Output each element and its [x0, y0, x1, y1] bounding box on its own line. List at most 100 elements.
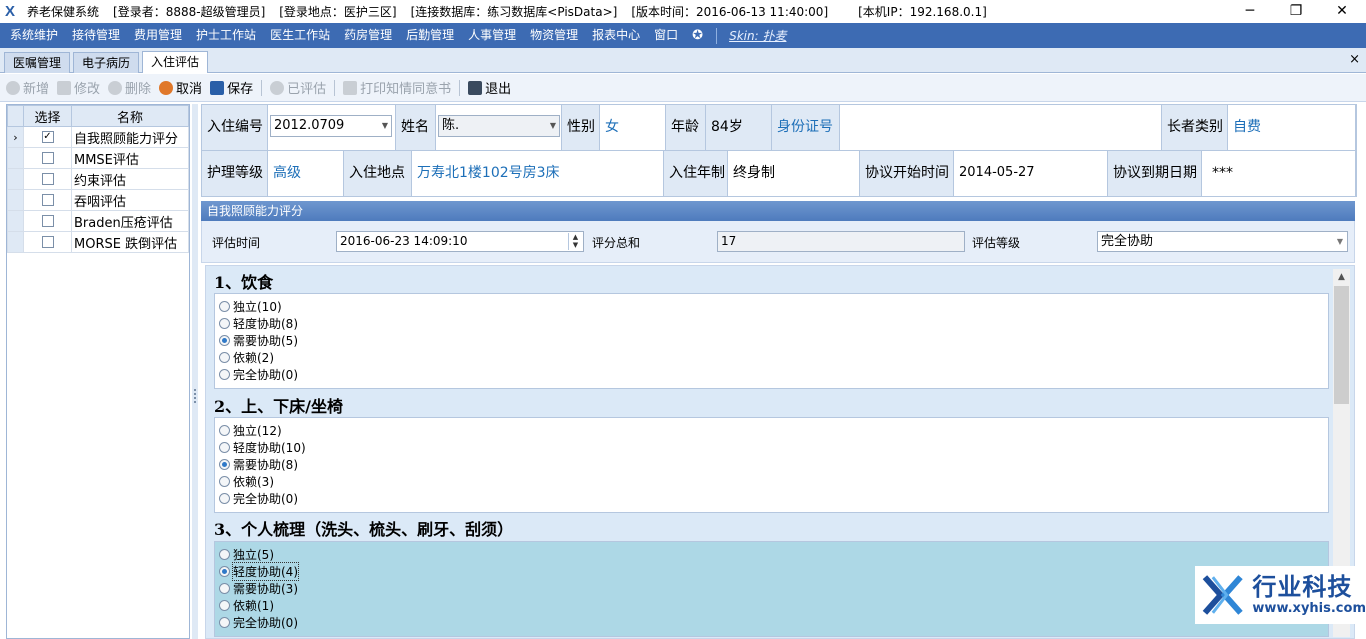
menu-logistics[interactable]: 后勤管理	[399, 23, 461, 48]
list-item[interactable]: 吞咽评估	[7, 189, 189, 211]
option-group: 独立(12) 轻度协助(10) 需要协助(8) 依赖(3) 完全协助(0)	[214, 417, 1329, 513]
menu-hr[interactable]: 人事管理	[461, 23, 523, 48]
term-value: 终身制	[728, 151, 860, 197]
radio-option[interactable]: 依赖(2)	[215, 349, 1328, 366]
menu-reception[interactable]: 接待管理	[65, 23, 127, 48]
column-header-select[interactable]: 选择	[23, 105, 72, 127]
tools-icon[interactable]: ✪	[685, 23, 710, 48]
name-label: 姓名	[396, 105, 436, 151]
list-item[interactable]: › ✓ 自我照顾能力评分	[7, 126, 189, 148]
delete-icon	[108, 80, 123, 95]
close-tab-icon[interactable]: ×	[1349, 52, 1360, 67]
start-date-label: 协议开始时间	[860, 151, 954, 197]
select-checkbox[interactable]	[41, 152, 54, 164]
save-button[interactable]: 保存	[210, 78, 253, 97]
radio-selected-icon	[219, 566, 230, 577]
restore-button[interactable]: ❐	[1273, 0, 1319, 23]
assessment-name: 约束评估	[71, 168, 189, 190]
evaluated-button[interactable]: 已评估	[270, 78, 326, 97]
question-title: 2、上、下床/坐椅	[214, 397, 343, 416]
select-checkbox[interactable]	[41, 236, 54, 248]
list-item[interactable]: MORSE 跌倒评估	[7, 231, 189, 253]
print-consent-button[interactable]: 打印知情同意书	[343, 78, 451, 97]
elder-type-value: 自费	[1228, 105, 1356, 151]
skin-selector[interactable]: Skin: 扑麦	[723, 27, 792, 44]
name-combo[interactable]: 陈. ▼	[438, 115, 560, 137]
term-label: 入住年制	[664, 151, 728, 197]
radio-icon	[219, 318, 230, 329]
tab-emr[interactable]: 电子病历	[73, 52, 140, 73]
tab-admission-assessment[interactable]: 入住评估	[142, 51, 209, 73]
menu-bar: 系统维护 接待管理 费用管理 护士工作站 医生工作站 药房管理 后勤管理 人事管…	[0, 23, 1366, 48]
radio-option[interactable]: 轻度协助(10)	[215, 439, 1328, 456]
select-checkbox[interactable]: ✓	[41, 131, 54, 143]
assessment-name: Braden压疮评估	[71, 210, 189, 232]
pane-splitter[interactable]	[192, 104, 198, 639]
minimize-button[interactable]: ─	[1227, 0, 1273, 23]
radio-option[interactable]: 完全协助(0)	[215, 490, 1328, 507]
radio-option[interactable]: 独立(12)	[215, 422, 1328, 439]
brand-name: 行业科技	[1252, 573, 1353, 601]
document-tabs: 医嘱管理 电子病历 入住评估 ×	[0, 48, 1366, 73]
assessment-name: 吞咽评估	[71, 189, 189, 211]
tab-orders[interactable]: 医嘱管理	[4, 52, 71, 73]
close-button[interactable]: ✕	[1319, 0, 1365, 23]
radio-selected-icon	[219, 335, 230, 346]
radio-icon	[219, 369, 230, 380]
radio-option[interactable]: 轻度协助(8)	[215, 315, 1328, 332]
toolbar-separator	[459, 79, 461, 96]
list-item[interactable]: Braden压疮评估	[7, 210, 189, 232]
admission-no-label: 入住编号	[202, 105, 268, 151]
radio-option[interactable]: 独立(5)	[215, 546, 1328, 563]
menu-pharmacy[interactable]: 药房管理	[337, 23, 399, 48]
radio-option[interactable]: 独立(10)	[215, 298, 1328, 315]
cancel-button[interactable]: 取消	[159, 78, 202, 97]
id-card-label: 身份证号	[772, 105, 840, 151]
menu-billing[interactable]: 费用管理	[127, 23, 189, 48]
login-user: [登录者：8888-超级管理员]	[113, 5, 266, 19]
radio-option[interactable]: 轻度协助(4)	[215, 562, 1328, 581]
assessment-grade-combo[interactable]: 完全协助 ▼	[1097, 231, 1348, 252]
menu-system[interactable]: 系统维护	[3, 23, 65, 48]
menu-reports[interactable]: 报表中心	[585, 23, 647, 48]
menu-window[interactable]: 窗口	[647, 23, 685, 48]
radio-selected-icon	[219, 459, 230, 470]
column-header-name[interactable]: 名称	[71, 105, 189, 127]
radio-option[interactable]: 完全协助(0)	[215, 366, 1328, 383]
radio-icon	[219, 549, 230, 560]
scroll-up-icon[interactable]: ▲	[1333, 269, 1350, 285]
radio-option[interactable]: 依赖(1)	[215, 597, 1328, 614]
list-item[interactable]: MMSE评估	[7, 147, 189, 169]
exit-button[interactable]: 退出	[468, 78, 511, 97]
select-checkbox[interactable]	[41, 194, 54, 206]
app-logo-icon: X	[5, 2, 16, 20]
radio-option[interactable]: 需要协助(8)	[215, 456, 1328, 473]
menu-nurse-station[interactable]: 护士工作站	[189, 23, 263, 48]
radio-icon	[219, 442, 230, 453]
admission-no-combo[interactable]: 2012.0709 ▼	[270, 115, 392, 137]
brand-url: www.xyhis.com	[1252, 601, 1366, 616]
spin-updown-icon[interactable]: ▲ ▼	[568, 233, 582, 250]
radio-option[interactable]: 需要协助(5)	[215, 332, 1328, 349]
grip-icon	[194, 389, 196, 403]
select-checkbox[interactable]	[41, 173, 54, 185]
add-button[interactable]: 新增	[6, 78, 49, 97]
end-date-label: 协议到期日期	[1108, 151, 1202, 197]
radio-option[interactable]: 需要协助(3)	[215, 580, 1328, 597]
menu-doctor-station[interactable]: 医生工作站	[263, 23, 337, 48]
id-card-value	[840, 105, 1162, 151]
printer-icon	[343, 80, 358, 95]
exit-door-icon	[468, 80, 483, 95]
assessment-grade-label: 评估等级	[972, 236, 1021, 250]
radio-option[interactable]: 依赖(3)	[215, 473, 1328, 490]
select-checkbox[interactable]	[41, 215, 54, 227]
radio-option[interactable]: 完全协助(0)	[215, 614, 1328, 631]
assessment-time-input[interactable]: 2016-06-23 14:09:10 ▲ ▼	[336, 231, 584, 252]
edit-button[interactable]: 修改	[57, 78, 100, 97]
list-item[interactable]: 约束评估	[7, 168, 189, 190]
location-label: 入住地点	[344, 151, 412, 197]
current-row-indicator-icon: ›	[7, 126, 24, 148]
scrollbar-thumb[interactable]	[1334, 286, 1349, 404]
delete-button[interactable]: 删除	[108, 78, 151, 97]
menu-materials[interactable]: 物资管理	[523, 23, 585, 48]
